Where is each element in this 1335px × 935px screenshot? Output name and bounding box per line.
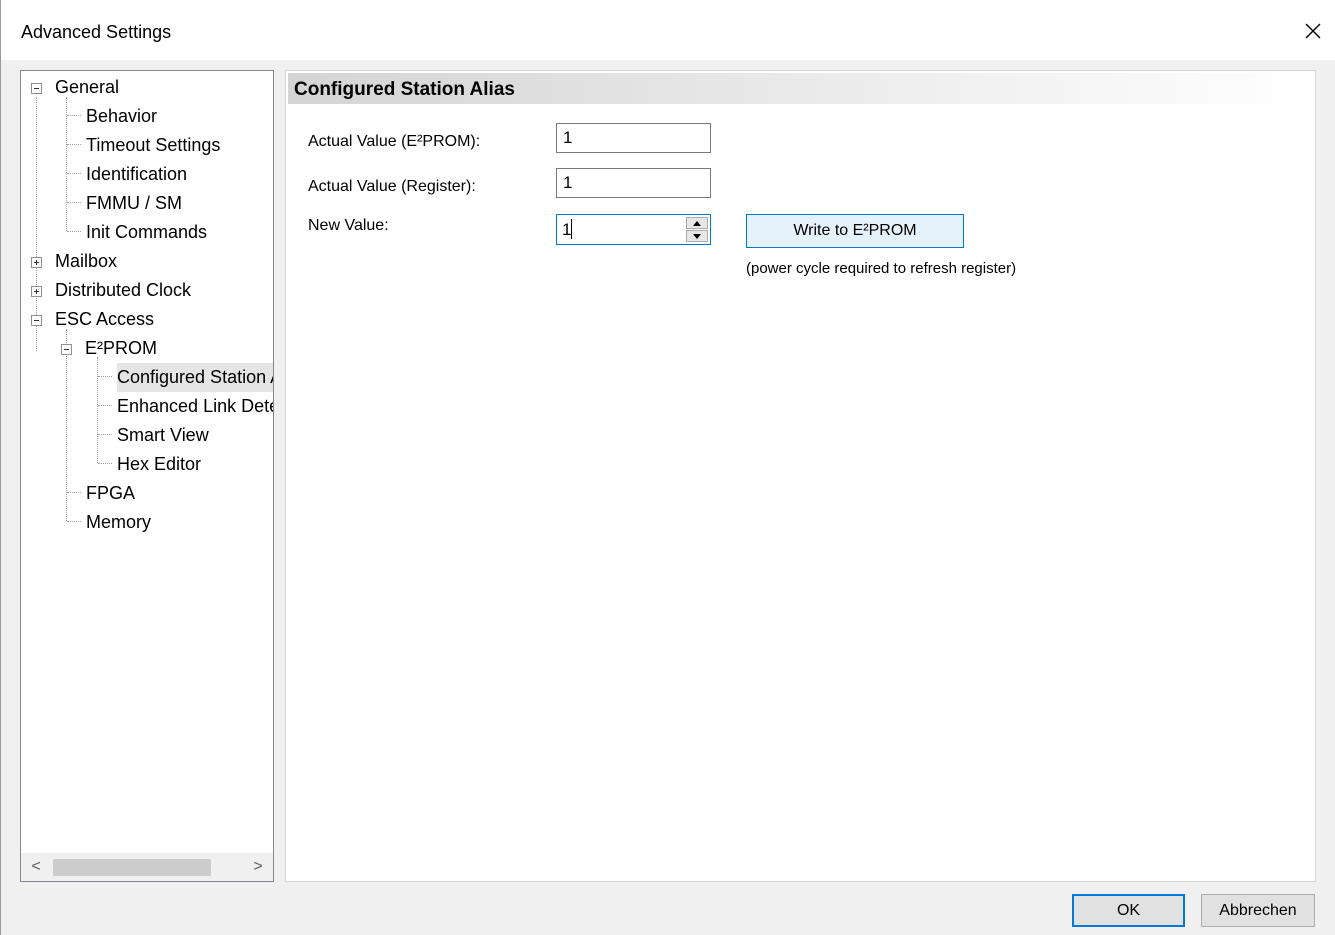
- arrow-up-icon: [693, 220, 701, 226]
- tree-item-label: Configured Station Alias: [117, 363, 273, 392]
- text-caret: [571, 219, 572, 239]
- spin-down-button[interactable]: [686, 230, 708, 242]
- section-title: Configured Station Alias: [294, 79, 515, 100]
- close-icon: [1305, 23, 1321, 39]
- actual-register-field[interactable]: 1: [556, 168, 711, 198]
- ok-button[interactable]: OK: [1072, 894, 1185, 927]
- tree-connector: [98, 463, 112, 464]
- tree-item-label: Enhanced Link Detection: [117, 396, 273, 416]
- tree-item-label: Timeout Settings: [86, 135, 221, 155]
- tree-item-label: FMMU / SM: [86, 193, 182, 213]
- spin-up-button[interactable]: [686, 217, 708, 229]
- tree-item-label: Identification: [86, 164, 188, 184]
- tree-connector: [98, 376, 112, 377]
- tree-item-label: E²PROM: [85, 338, 157, 358]
- expand-icon[interactable]: [31, 257, 42, 268]
- tree-connector: [98, 405, 112, 406]
- collapse-icon[interactable]: [31, 83, 42, 94]
- expand-icon[interactable]: [31, 286, 42, 297]
- tree-item-label: General: [55, 77, 120, 97]
- scroll-left-icon[interactable]: <: [21, 853, 51, 881]
- tree-connector: [67, 173, 81, 174]
- tree-item-label: Smart View: [117, 425, 209, 445]
- tree-connector: [67, 202, 81, 203]
- tree-connector: [67, 144, 81, 145]
- settings-content-panel: Configured Station Alias Actual Value (E…: [285, 70, 1316, 882]
- tree-connector: [36, 97, 37, 351]
- tree-item-label: Mailbox: [55, 251, 118, 271]
- tree-connector: [67, 521, 81, 522]
- scroll-thumb[interactable]: [53, 859, 211, 876]
- tree-item-label: ESC Access: [55, 309, 155, 329]
- tree-connector: [98, 434, 112, 435]
- tree-connector: [66, 97, 67, 231]
- actual-eeprom-field[interactable]: 1: [556, 123, 711, 153]
- arrow-down-icon: [693, 233, 701, 239]
- settings-tree-panel: General Behavior Timeout Settings Identi…: [20, 70, 274, 882]
- tree-item-label: Hex Editor: [117, 454, 202, 474]
- tree-item-label: Init Commands: [86, 222, 208, 242]
- collapse-icon[interactable]: [31, 315, 42, 326]
- tree-connector: [67, 115, 81, 116]
- actual-register-label: Actual Value (Register):: [308, 178, 476, 195]
- tree-connector: [97, 357, 98, 463]
- collapse-icon[interactable]: [61, 344, 72, 355]
- new-value-label: New Value:: [308, 217, 389, 234]
- section-header: Configured Station Alias: [288, 73, 1313, 104]
- new-value-stepper[interactable]: 1: [556, 214, 711, 245]
- power-cycle-hint: (power cycle required to refresh registe…: [746, 260, 1017, 277]
- tree-item-label: Behavior: [86, 106, 158, 126]
- actual-eeprom-label: Actual Value (E²PROM):: [308, 133, 481, 150]
- spin-buttons: [686, 217, 708, 242]
- tree-connector: [67, 231, 81, 232]
- cancel-button[interactable]: Abbrechen: [1201, 894, 1315, 927]
- tree-horizontal-scrollbar[interactable]: < >: [21, 853, 273, 881]
- scroll-right-icon[interactable]: >: [243, 853, 273, 881]
- tree-item-label: FPGA: [86, 483, 136, 503]
- advanced-settings-dialog: Advanced Settings General Behavior Timeo…: [0, 0, 1335, 935]
- tree-item-label: Distributed Clock: [55, 280, 192, 300]
- settings-tree: General Behavior Timeout Settings Identi…: [21, 71, 273, 853]
- write-to-eeprom-button[interactable]: Write to E²PROM: [746, 214, 964, 248]
- close-button[interactable]: [1290, 8, 1335, 54]
- tree-connector: [67, 492, 81, 493]
- tree-item-label: Memory: [86, 512, 152, 532]
- window-title: Advanced Settings: [21, 22, 172, 42]
- title-bar: Advanced Settings: [1, 0, 1335, 60]
